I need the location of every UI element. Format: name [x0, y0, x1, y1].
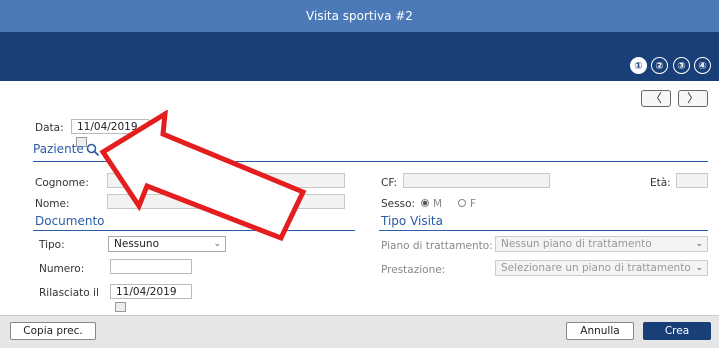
sesso-label: Sesso: — [381, 198, 416, 210]
step-3[interactable]: ③ — [673, 57, 690, 74]
rilasciato-value: 11/04/2019 — [116, 286, 177, 298]
create-button[interactable]: Crea — [643, 322, 711, 340]
date-label: Data: — [35, 122, 64, 134]
radio-m[interactable] — [421, 199, 429, 207]
cognome-label: Cognome: — [35, 177, 89, 189]
piano-value: Nessun piano di trattamento — [501, 238, 652, 250]
step-1[interactable]: ① — [630, 57, 647, 74]
tipo-visita-divider — [379, 230, 708, 231]
piano-label: Piano di trattamento: — [381, 240, 493, 252]
chevron-down-icon: ⌄ — [695, 239, 703, 249]
radio-f[interactable] — [458, 199, 466, 207]
numero-label: Numero: — [39, 263, 85, 275]
cf-label: CF: — [381, 177, 398, 189]
radio-m-label: M — [433, 198, 443, 210]
step-2[interactable]: ② — [651, 57, 668, 74]
chevron-down-icon: ⌄ — [695, 263, 703, 273]
eta-field[interactable] — [676, 173, 708, 188]
prestazione-select[interactable]: Selezionare un piano di trattamento ⌄ — [495, 260, 708, 276]
next-button[interactable]: 〉 — [678, 90, 708, 107]
numero-field[interactable] — [110, 259, 192, 274]
copy-previous-button[interactable]: Copia prec. — [10, 322, 96, 340]
annotation-arrow-icon — [99, 110, 307, 242]
cancel-button[interactable]: Annulla — [566, 322, 634, 340]
prestazione-value: Selezionare un piano di trattamento — [501, 262, 691, 274]
eta-label: Età: — [650, 177, 671, 189]
step-4[interactable]: ④ — [694, 57, 711, 74]
rilasciato-field[interactable]: 11/04/2019 — [110, 284, 192, 312]
radio-f-label: F — [470, 198, 477, 210]
rilasciato-label: Rilasciato il — [39, 287, 99, 299]
nome-label: Nome: — [35, 198, 70, 210]
window-title: Visita sportiva #2 — [0, 0, 719, 32]
piano-select[interactable]: Nessun piano di trattamento ⌄ — [495, 236, 708, 252]
header-band — [0, 32, 719, 81]
tipo-visita-title: Tipo Visita — [381, 214, 443, 228]
cf-field[interactable] — [403, 173, 550, 188]
tipo-label: Tipo: — [39, 239, 65, 251]
calendar-icon[interactable] — [115, 302, 126, 312]
prev-button[interactable]: 〈 — [641, 90, 671, 107]
paziente-title: Paziente — [33, 142, 84, 156]
prestazione-label: Prestazione: — [381, 264, 446, 276]
